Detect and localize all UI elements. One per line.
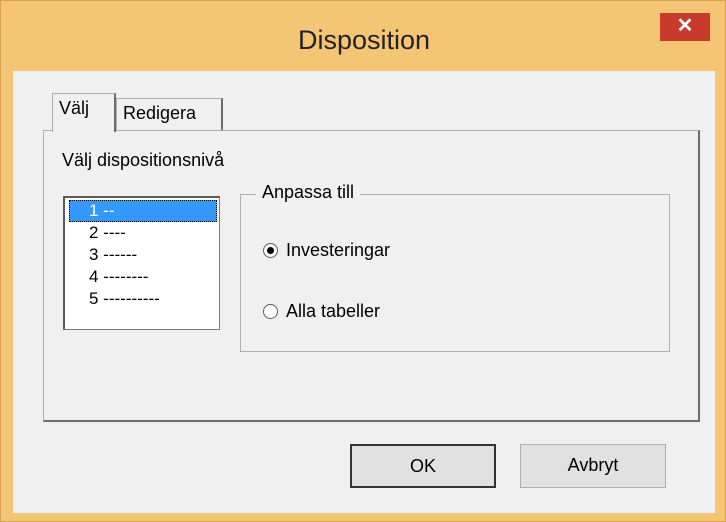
radio-investeringar[interactable]: Investeringar — [263, 237, 390, 263]
close-button[interactable]: ✕ — [660, 13, 710, 41]
list-item-level-3[interactable]: 3 ------ — [69, 244, 217, 266]
title-bar[interactable]: Disposition ✕ — [1, 1, 726, 71]
cancel-button[interactable]: Avbryt — [520, 444, 666, 488]
radio-investeringar-label: Investeringar — [286, 239, 391, 260]
outline-level-label: Välj dispositionsnivå — [62, 150, 225, 170]
dialog-window: Disposition ✕ Välj Redigera Välj disposi… — [0, 0, 726, 522]
radio-alla-tabeller[interactable]: Alla tabeller — [263, 298, 380, 324]
close-icon: ✕ — [676, 15, 694, 37]
radio-checked-icon[interactable] — [263, 242, 278, 258]
window-title: Disposition — [297, 25, 431, 55]
outline-level-listbox[interactable]: 1 -- 2 ---- 3 ------ 4 -------- 5 ------… — [63, 196, 220, 330]
tab-redigera[interactable]: Redigera — [116, 98, 223, 132]
radio-unchecked-icon[interactable] — [263, 303, 278, 319]
list-item-level-4[interactable]: 4 -------- — [69, 266, 217, 288]
list-item-level-2[interactable]: 2 ---- — [69, 222, 217, 244]
ok-button[interactable]: OK — [350, 444, 496, 488]
list-item-level-1[interactable]: 1 -- — [69, 200, 217, 222]
fit-to-groupbox — [240, 194, 670, 352]
tab-valj[interactable]: Välj — [52, 93, 116, 132]
fit-to-group-title: Anpassa till — [256, 182, 361, 203]
dialog-client-area: Välj Redigera Välj dispositionsnivå 1 --… — [13, 71, 715, 513]
list-item-level-5[interactable]: 5 ---------- — [69, 288, 217, 310]
radio-alla-tabeller-label: Alla tabeller — [286, 300, 381, 321]
